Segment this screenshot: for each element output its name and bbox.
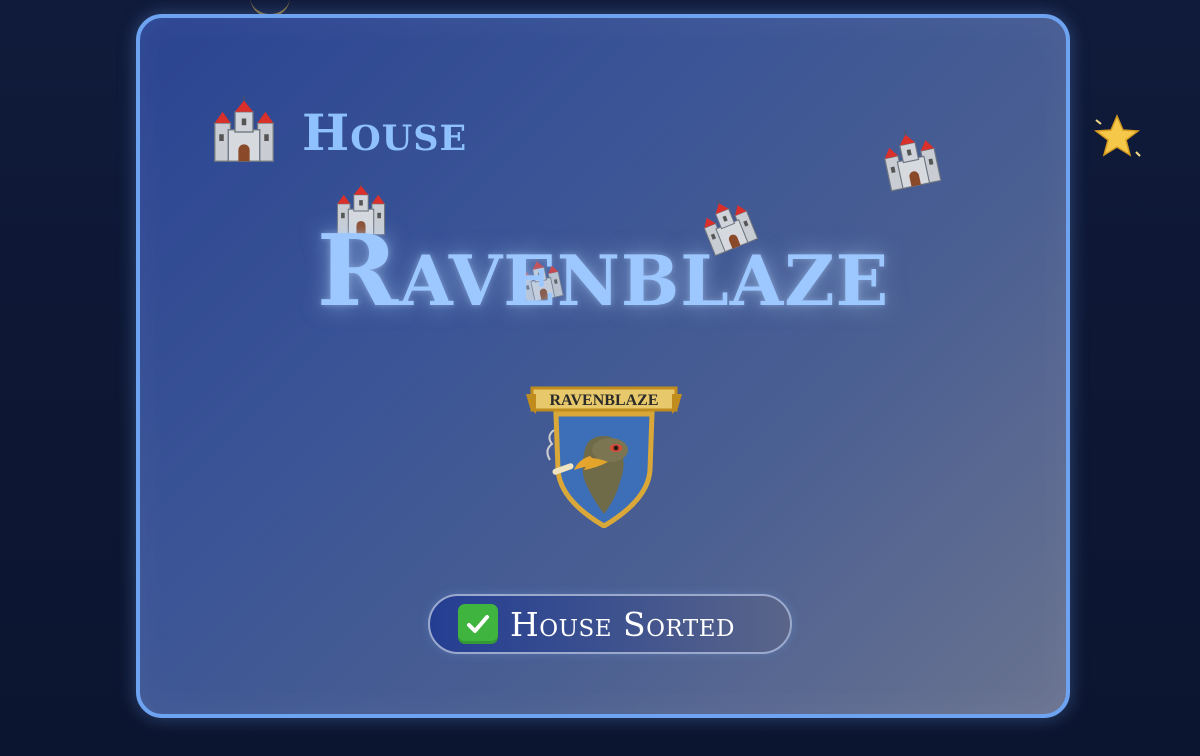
header-title: House	[302, 102, 468, 162]
badge-label: House Sorted	[510, 604, 736, 644]
house-name: Ravenblaze	[316, 214, 890, 329]
crest-banner-text: RAVENBLAZE	[549, 392, 658, 409]
raven-crest-icon: RAVENBLAZE	[526, 386, 682, 528]
card-header: House	[208, 96, 467, 168]
house-sorted-badge: House Sorted	[428, 594, 792, 654]
castle-icon	[208, 96, 280, 168]
star-icon	[1093, 114, 1141, 157]
castle-icon	[874, 124, 948, 198]
check-icon	[458, 604, 498, 644]
house-card: House Ravenblaze RAVENBLAZE House Sorted	[136, 14, 1070, 718]
